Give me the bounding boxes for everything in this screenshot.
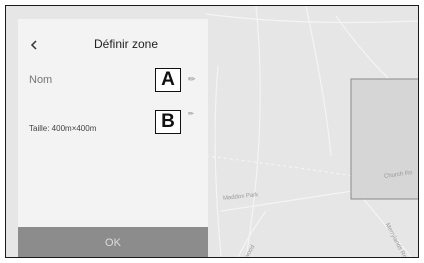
zone-settings-panel: Définir zone Nom ✏ A B ✏ Taille: 400m×40…	[18, 19, 208, 257]
callout-a: A	[155, 68, 181, 92]
back-button[interactable]	[30, 38, 38, 52]
zone-size-text: Taille: 400m×400m	[29, 124, 97, 133]
screen-frame: Church Ro Maddox Park Merrylands Ro wood…	[5, 5, 419, 258]
edit-name-pencil-icon[interactable]: ✏	[188, 75, 196, 84]
page-title: Définir zone	[93, 37, 159, 51]
zone-name-field[interactable]: Nom	[29, 74, 52, 86]
zone-rectangle[interactable]	[350, 78, 418, 200]
callout-b: B	[155, 110, 181, 134]
edit-size-pencil-icon[interactable]: ✏	[188, 111, 194, 118]
ok-button[interactable]: OK	[18, 227, 208, 257]
chevron-left-icon	[30, 40, 37, 50]
